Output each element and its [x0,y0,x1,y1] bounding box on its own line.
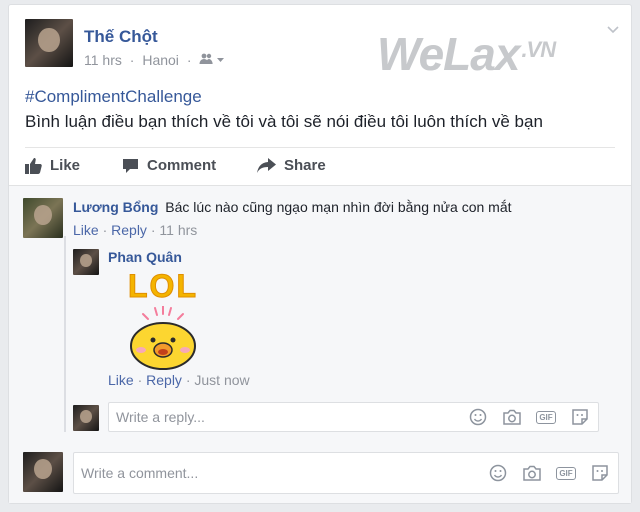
current-user-avatar-small[interactable] [73,405,99,431]
comments-section: Lương Bổng Bác lúc nào cũng ngạo mạn nhì… [9,185,631,503]
comment-input-placeholder: Write a comment... [81,465,199,481]
reply-like-link[interactable]: Like [108,372,134,388]
thumbs-up-icon [25,157,42,174]
sticker-icon[interactable] [570,407,590,427]
reply-actions: Like · Reply · Just now [108,372,250,388]
welax-watermark-logo: WeLax.VN [377,28,556,80]
reply-author-name[interactable]: Phan Quân [108,249,182,265]
comment-bubble-icon [123,158,138,173]
post-options-chevron-icon[interactable] [607,21,619,37]
like-button[interactable]: Like [25,157,80,174]
post-author-avatar[interactable] [25,19,73,67]
chick-icon [130,306,196,370]
sticker-lol-text: LOL [128,268,198,305]
share-arrow-icon [257,157,276,173]
comment-time[interactable]: 11 hrs [159,222,197,238]
emoji-icon[interactable] [488,463,508,483]
comment-input[interactable]: Write a comment... GIF [73,452,619,494]
sticker-icon[interactable] [590,463,610,483]
reply-thread-line [64,236,66,432]
lol-sticker[interactable]: LOL [119,268,207,370]
reply-time[interactable]: Just now [194,372,249,388]
comment-reply-link[interactable]: Reply [111,222,147,238]
current-user-avatar[interactable] [23,452,63,492]
comment-like-link[interactable]: Like [73,222,99,238]
comment-actions: Like · Reply · 11 hrs [73,222,198,238]
share-button[interactable]: Share [257,157,326,174]
post-time[interactable]: 11 hrs [84,52,122,68]
post-divider [25,147,615,148]
comment-button[interactable]: Comment [122,157,216,174]
post-meta: 11 hrs · Hanoi · [84,52,229,68]
post-location[interactable]: Hanoi [142,52,179,68]
camera-icon[interactable] [522,463,542,483]
reply-input-placeholder: Write a reply... [116,409,205,425]
reply-author-avatar[interactable] [73,249,99,275]
post-card: Thế Chột 11 hrs · Hanoi · WeLax.VN #Comp… [8,4,632,504]
comment-author-name[interactable]: Lương Bổng [73,199,158,215]
gif-icon[interactable]: GIF [556,463,576,483]
emoji-icon[interactable] [468,407,488,427]
commenter-avatar[interactable] [23,198,63,238]
reply-reply-link[interactable]: Reply [146,372,182,388]
comment-body: Lương Bổng Bác lúc nào cũng ngạo mạn nhì… [73,199,512,215]
post-text: Bình luận điều bạn thích về tôi và tôi s… [25,112,543,131]
post-author-name[interactable]: Thế Chột [84,27,158,47]
reply-input[interactable]: Write a reply... GIF [108,402,599,432]
camera-icon[interactable] [502,407,522,427]
post-hashtag[interactable]: #ComplimentChallenge [25,87,202,107]
comment-text: Bác lúc nào cũng ngạo mạn nhìn đời bằng … [165,199,512,215]
gif-icon[interactable]: GIF [536,407,556,427]
audience-friends-icon[interactable] [199,52,225,68]
